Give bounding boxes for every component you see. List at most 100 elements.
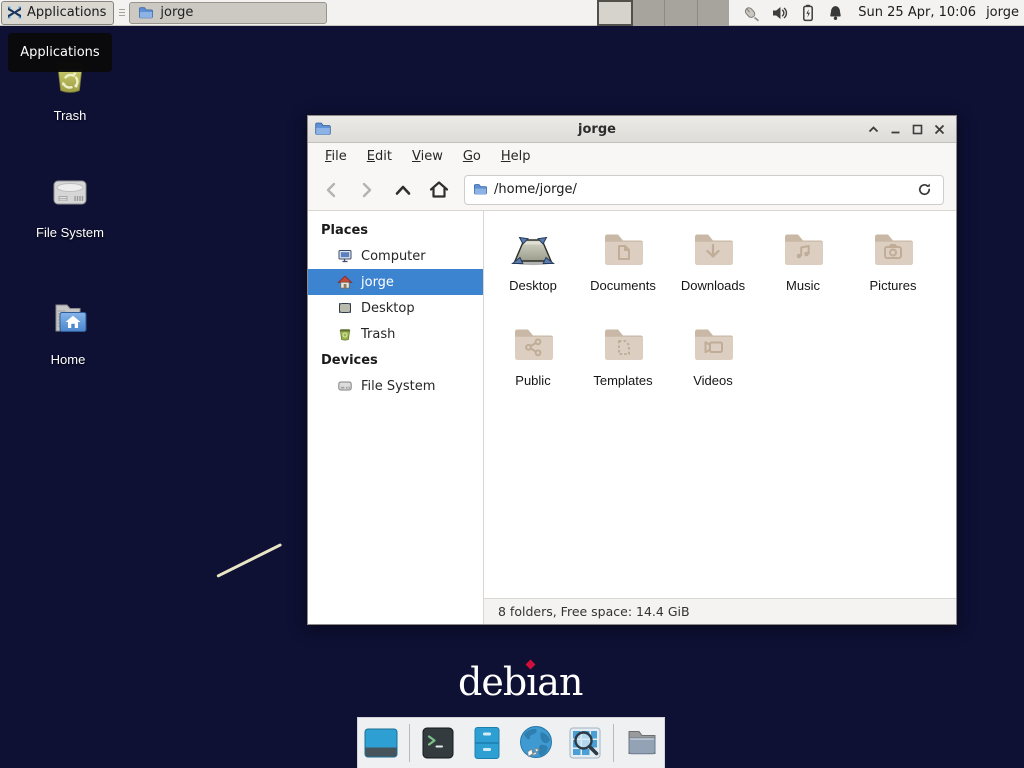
desktop-icon-home[interactable]: Home — [13, 296, 123, 367]
sidebar-item-trash[interactable]: Trash — [308, 321, 483, 347]
terminal-icon — [419, 724, 457, 762]
home-button[interactable] — [422, 174, 456, 206]
menu-edit[interactable]: Edit — [358, 146, 401, 167]
forward-button[interactable] — [350, 174, 384, 206]
battery-charging-icon[interactable] — [799, 4, 817, 22]
reload-button[interactable] — [913, 179, 935, 201]
file-item-desktop[interactable]: Desktop — [488, 221, 578, 316]
up-button[interactable] — [386, 174, 420, 206]
minimize-button[interactable] — [884, 119, 906, 139]
home-icon — [429, 180, 449, 199]
shade-icon — [868, 125, 879, 134]
web-browser-globe-icon — [516, 723, 556, 763]
maximize-button[interactable] — [906, 119, 928, 139]
desktop-icon-label: Trash — [54, 108, 87, 123]
show-desktop-button[interactable] — [360, 722, 402, 764]
shade-button[interactable] — [862, 119, 884, 139]
minimize-icon — [890, 125, 901, 134]
sidebar-header-devices: Devices — [308, 347, 483, 373]
file-grid: Desktop Documents Downloads — [484, 211, 956, 598]
menubar: File Edit View Go Help — [308, 143, 956, 169]
menu-go[interactable]: Go — [454, 146, 490, 167]
applications-menu-button[interactable]: Applications — [1, 1, 114, 25]
file-item-music[interactable]: Music — [758, 221, 848, 316]
folder-icon — [138, 5, 154, 21]
window-title: jorge — [332, 122, 862, 137]
dock-separator — [409, 724, 410, 762]
workspace-2[interactable] — [633, 0, 666, 26]
statusbar: 8 folders, Free space: 14.4 GiB — [484, 598, 956, 624]
sidebar-item-jorge[interactable]: jorge — [308, 269, 483, 295]
workspace-switcher[interactable] — [597, 0, 729, 26]
sidebar-header-places: Places — [308, 217, 483, 243]
menu-file[interactable]: File — [316, 146, 356, 167]
templates-folder-icon — [599, 320, 647, 368]
stray-line-artifact — [216, 543, 282, 578]
file-item-public[interactable]: Public — [488, 316, 578, 411]
toolbar: /home/jorge/ — [308, 169, 956, 211]
workspace-4[interactable] — [698, 0, 730, 26]
maximize-icon — [912, 124, 923, 135]
file-item-pictures[interactable]: Pictures — [848, 221, 938, 316]
sidebar-item-computer[interactable]: Computer — [308, 243, 483, 269]
applications-menu-label: Applications — [27, 5, 106, 20]
show-desktop-icon — [362, 724, 400, 762]
file-cabinet-icon — [468, 724, 506, 762]
desktop-icon-file-system[interactable]: File System — [15, 169, 125, 240]
menu-help[interactable]: Help — [492, 146, 540, 167]
path-text[interactable]: /home/jorge/ — [494, 182, 907, 197]
session-user-label[interactable]: jorge — [986, 5, 1019, 20]
documents-folder-icon — [599, 225, 647, 273]
dock-separator — [613, 724, 614, 762]
window-content: Places Computer jorge Desktop Trash Devi… — [308, 211, 956, 624]
taskbar-window-button[interactable]: jorge — [129, 2, 327, 24]
file-item-videos[interactable]: Videos — [668, 316, 758, 411]
workspace-3[interactable] — [665, 0, 698, 26]
mouse-icon[interactable] — [741, 4, 761, 22]
home-folder-icon — [44, 296, 92, 344]
location-bar[interactable]: /home/jorge/ — [464, 175, 944, 205]
hard-drive-icon — [337, 378, 353, 394]
pictures-folder-icon — [869, 225, 917, 273]
volume-icon[interactable] — [771, 4, 789, 22]
sidebar-item-file-system[interactable]: File System — [308, 373, 483, 399]
sidebar: Places Computer jorge Desktop Trash Devi… — [308, 211, 484, 624]
trash-icon — [337, 326, 353, 342]
desktop-special-icon — [509, 225, 557, 273]
notifications-bell-icon[interactable] — [827, 4, 844, 22]
forward-icon — [360, 181, 374, 199]
debian-logo: debıan — [458, 660, 582, 704]
music-folder-icon — [779, 225, 827, 273]
clock[interactable]: Sun 25 Apr, 10:06 — [858, 5, 976, 20]
taskbar-window-label: jorge — [160, 5, 193, 20]
desktop-icon-label: File System — [36, 225, 104, 240]
app-finder-search-icon — [566, 724, 604, 762]
back-button[interactable] — [314, 174, 348, 206]
menu-view[interactable]: View — [403, 146, 452, 167]
window-titlebar[interactable]: jorge — [308, 116, 956, 143]
applications-menu-icon — [6, 4, 23, 21]
close-button[interactable] — [928, 119, 950, 139]
terminal-launcher[interactable] — [417, 722, 459, 764]
file-view[interactable]: Desktop Documents Downloads — [484, 211, 956, 624]
statusbar-text: 8 folders, Free space: 14.4 GiB — [498, 604, 690, 619]
desktop-icon-label: Home — [51, 352, 86, 367]
close-icon — [934, 124, 945, 135]
file-item-documents[interactable]: Documents — [578, 221, 668, 316]
file-cabinet-launcher[interactable] — [466, 722, 508, 764]
tasklist-handle[interactable] — [117, 4, 126, 22]
app-finder-launcher[interactable] — [564, 722, 606, 764]
downloads-folder-icon — [689, 225, 737, 273]
home-icon — [337, 274, 353, 290]
sidebar-item-desktop[interactable]: Desktop — [308, 295, 483, 321]
up-icon — [394, 183, 412, 197]
file-item-templates[interactable]: Templates — [578, 316, 668, 411]
file-item-downloads[interactable]: Downloads — [668, 221, 758, 316]
workspace-1[interactable] — [597, 0, 633, 26]
web-browser-launcher[interactable] — [515, 722, 557, 764]
videos-folder-icon — [689, 320, 737, 368]
back-icon — [324, 181, 338, 199]
folder-launcher[interactable] — [621, 722, 663, 764]
public-folder-icon — [509, 320, 557, 368]
computer-icon — [337, 248, 353, 264]
